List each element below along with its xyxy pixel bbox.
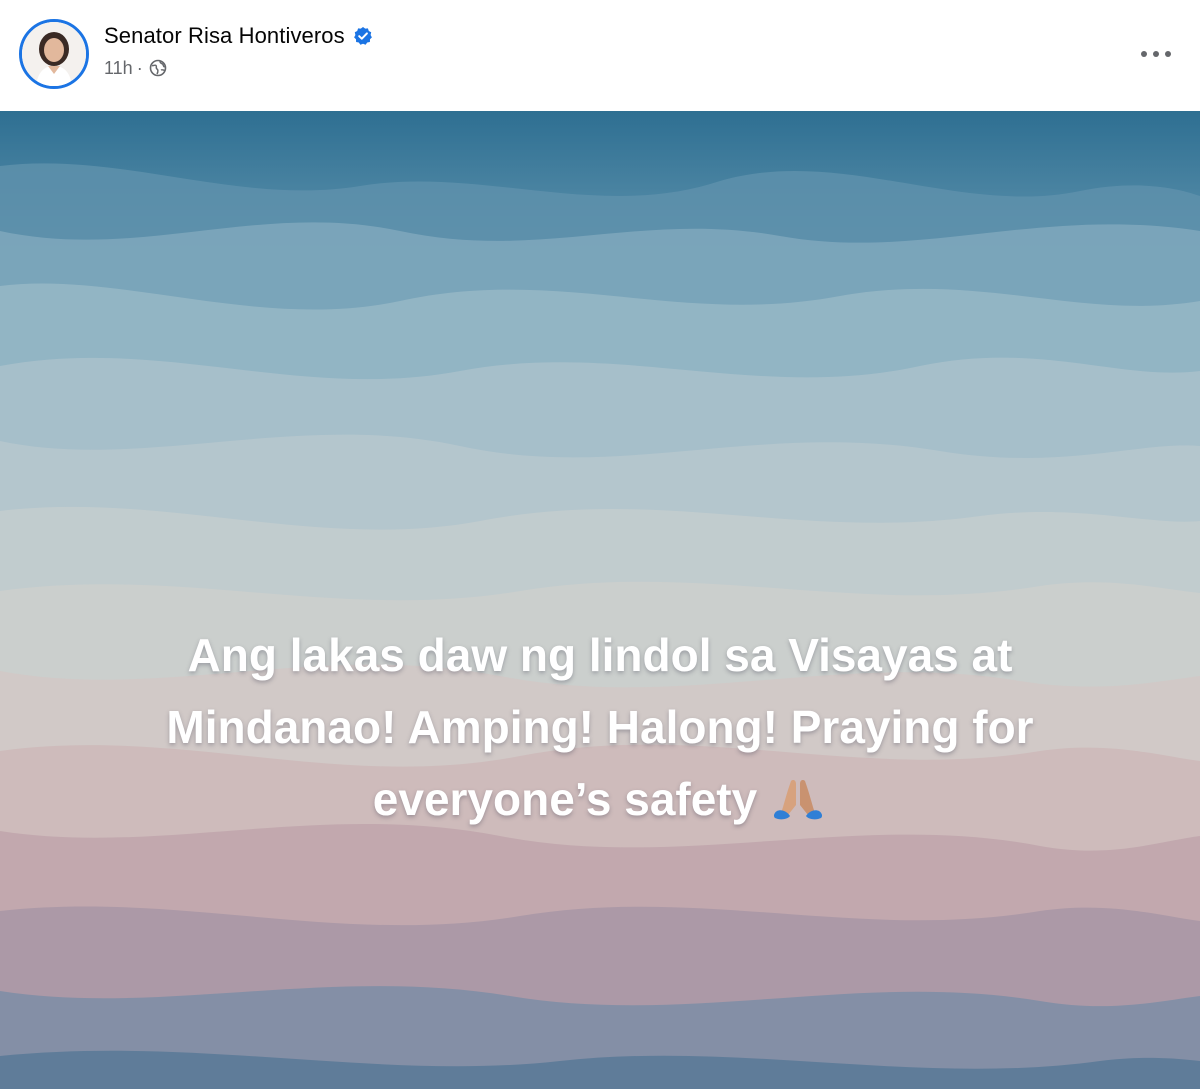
facebook-post: Senator Risa Hontiveros 11h · Ang lakas …: [0, 0, 1200, 1089]
author-avatar[interactable]: [19, 19, 89, 89]
post-background: Ang lakas daw ng lindol sa Visayas at Mi…: [0, 111, 1200, 1089]
post-header: Senator Risa Hontiveros 11h ·: [0, 0, 1200, 111]
verified-badge-icon: [353, 26, 373, 46]
post-status-text: Ang lakas daw ng lindol sa Visayas at Mi…: [60, 619, 1140, 835]
post-text-line-3-content: everyone’s safety: [372, 773, 758, 825]
wave-background: [0, 111, 1200, 1089]
more-options-icon: [1141, 51, 1171, 57]
more-options-button[interactable]: [1136, 36, 1176, 72]
post-text-line-2: Mindanao! Amping! Halong! Praying for: [166, 701, 1034, 753]
post-text-line-1: Ang lakas daw ng lindol sa Visayas at: [187, 629, 1013, 681]
post-meta: 11h ·: [104, 56, 167, 80]
folded-hands-icon: [769, 775, 827, 821]
post-text-line-3: everyone’s safety: [60, 763, 1140, 835]
globe-icon[interactable]: [149, 59, 167, 77]
post-timestamp[interactable]: 11h: [104, 58, 133, 79]
author-row: Senator Risa Hontiveros: [104, 22, 373, 50]
meta-separator: ·: [136, 57, 143, 78]
author-name[interactable]: Senator Risa Hontiveros: [104, 23, 345, 49]
